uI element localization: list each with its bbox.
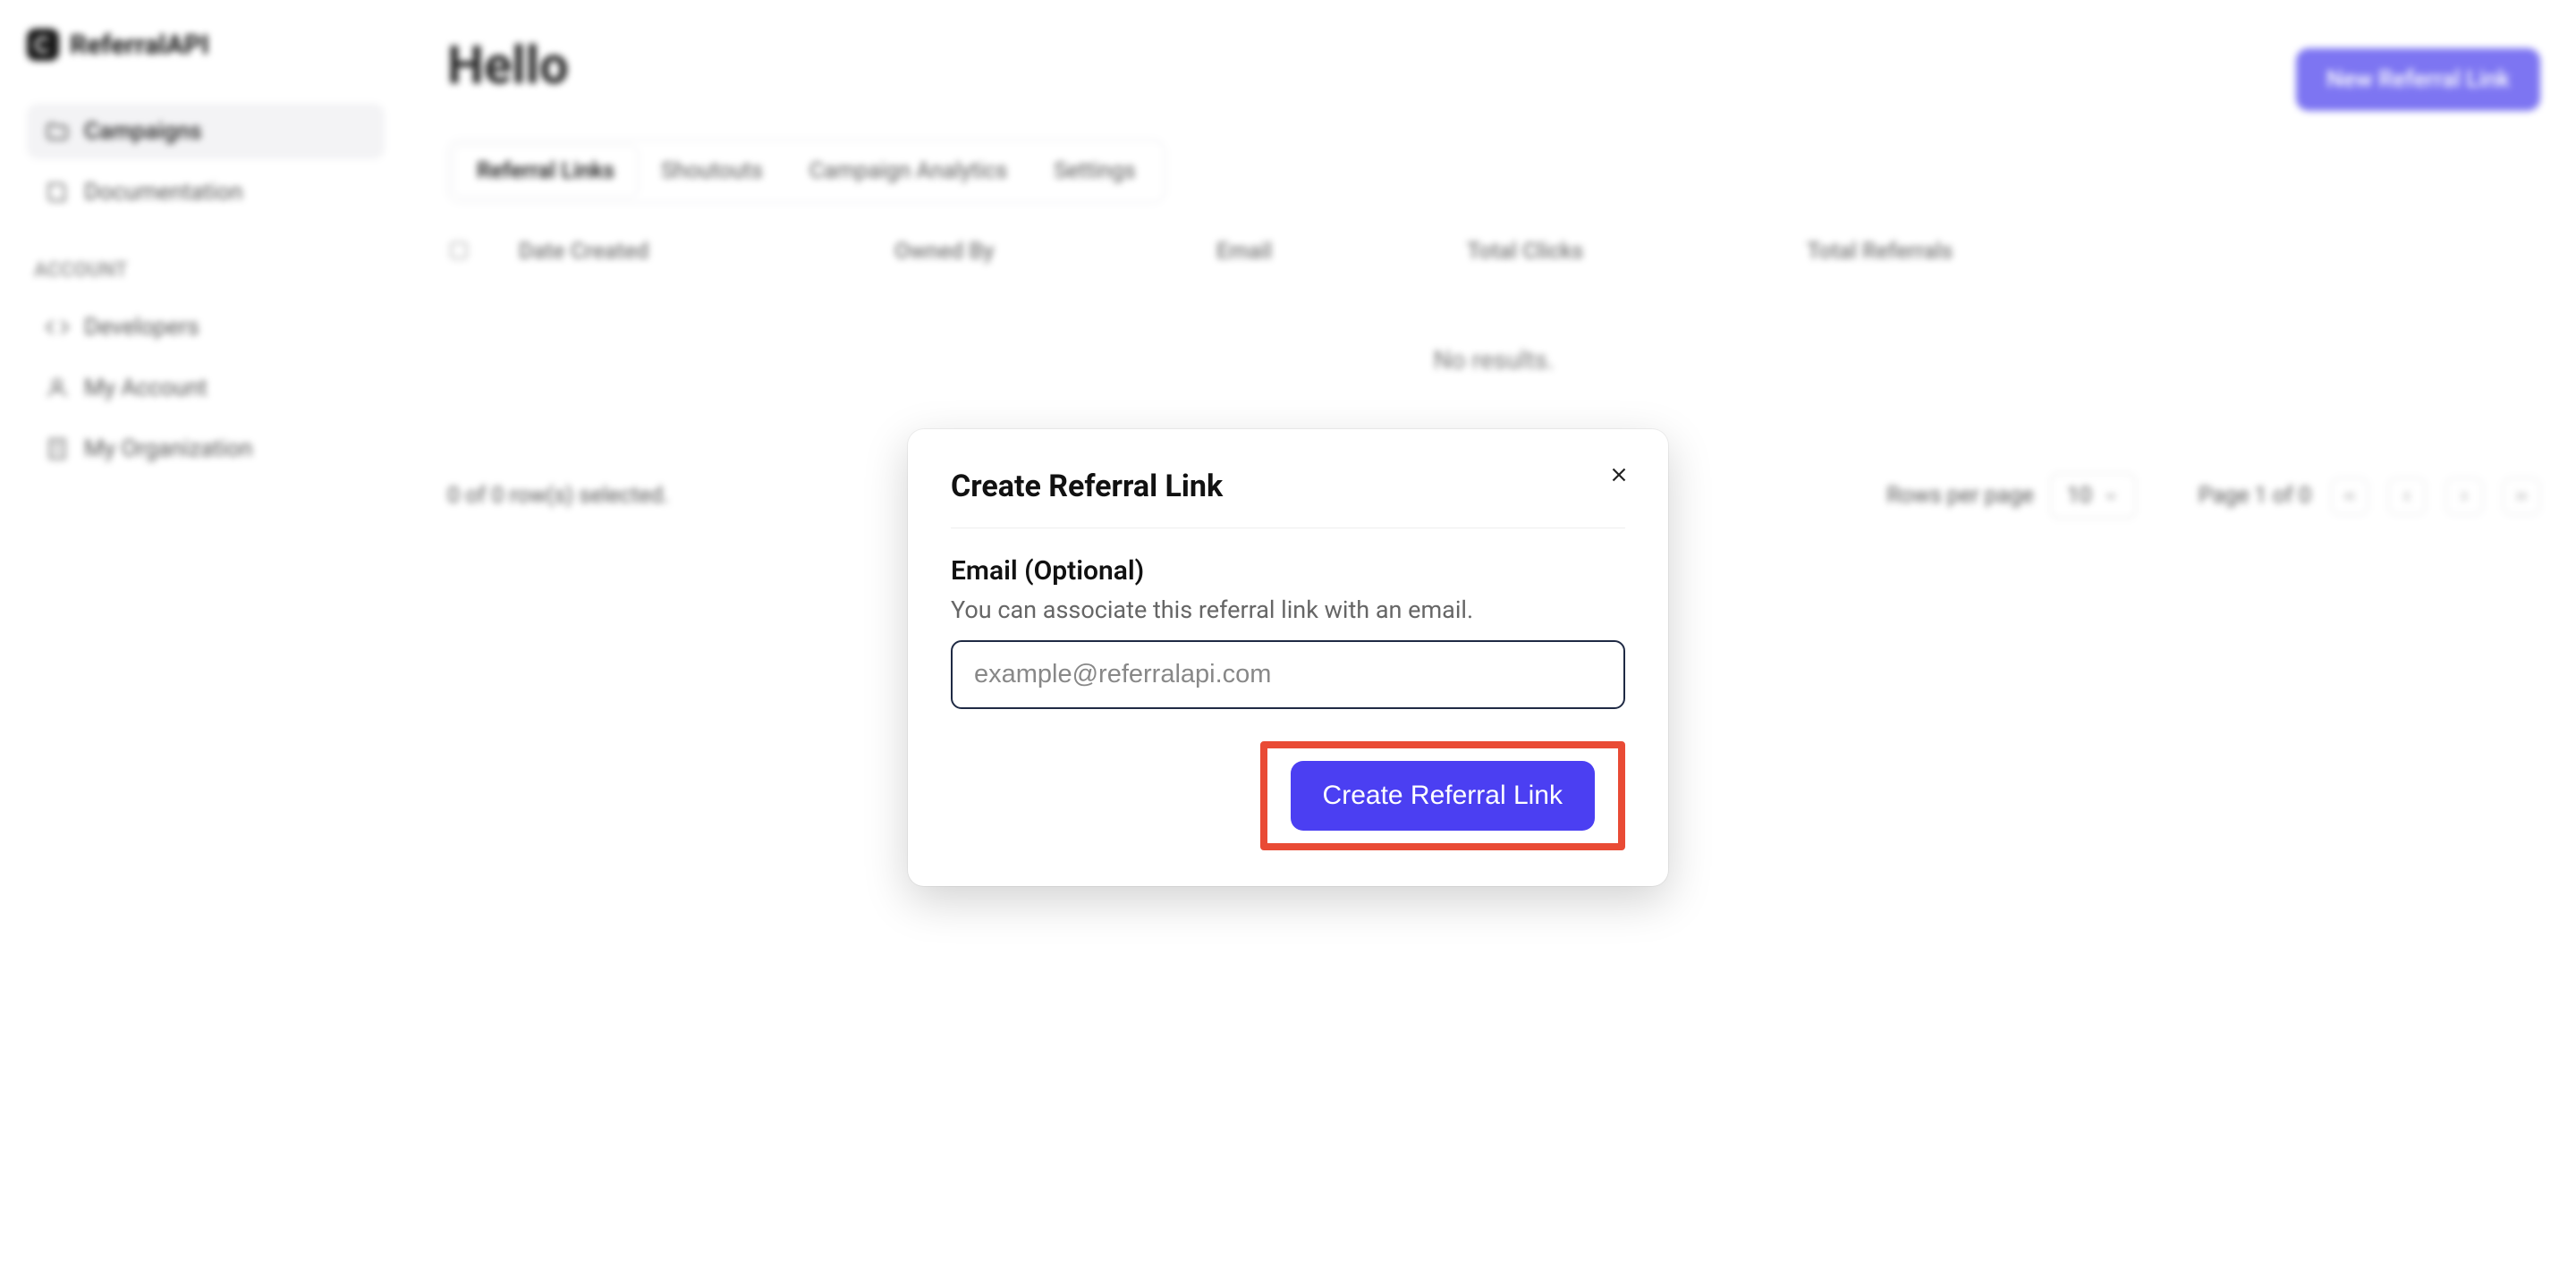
email-label: Email (Optional) (951, 555, 1625, 587)
email-input[interactable] (951, 640, 1625, 709)
modal-actions: Create Referral Link (951, 741, 1625, 850)
create-referral-link-button-label: Create Referral Link (1323, 781, 1563, 810)
create-referral-link-modal: Create Referral Link Email (Optional) Yo… (908, 429, 1668, 886)
modal-overlay[interactable]: Create Referral Link Email (Optional) Yo… (0, 0, 2576, 1267)
create-referral-link-button[interactable]: Create Referral Link (1291, 761, 1595, 831)
close-icon (1607, 463, 1631, 486)
modal-title: Create Referral Link (951, 469, 1625, 528)
highlight-annotation: Create Referral Link (1260, 741, 1625, 850)
modal-close-button[interactable] (1604, 460, 1634, 490)
email-hint: You can associate this referral link wit… (951, 595, 1625, 624)
